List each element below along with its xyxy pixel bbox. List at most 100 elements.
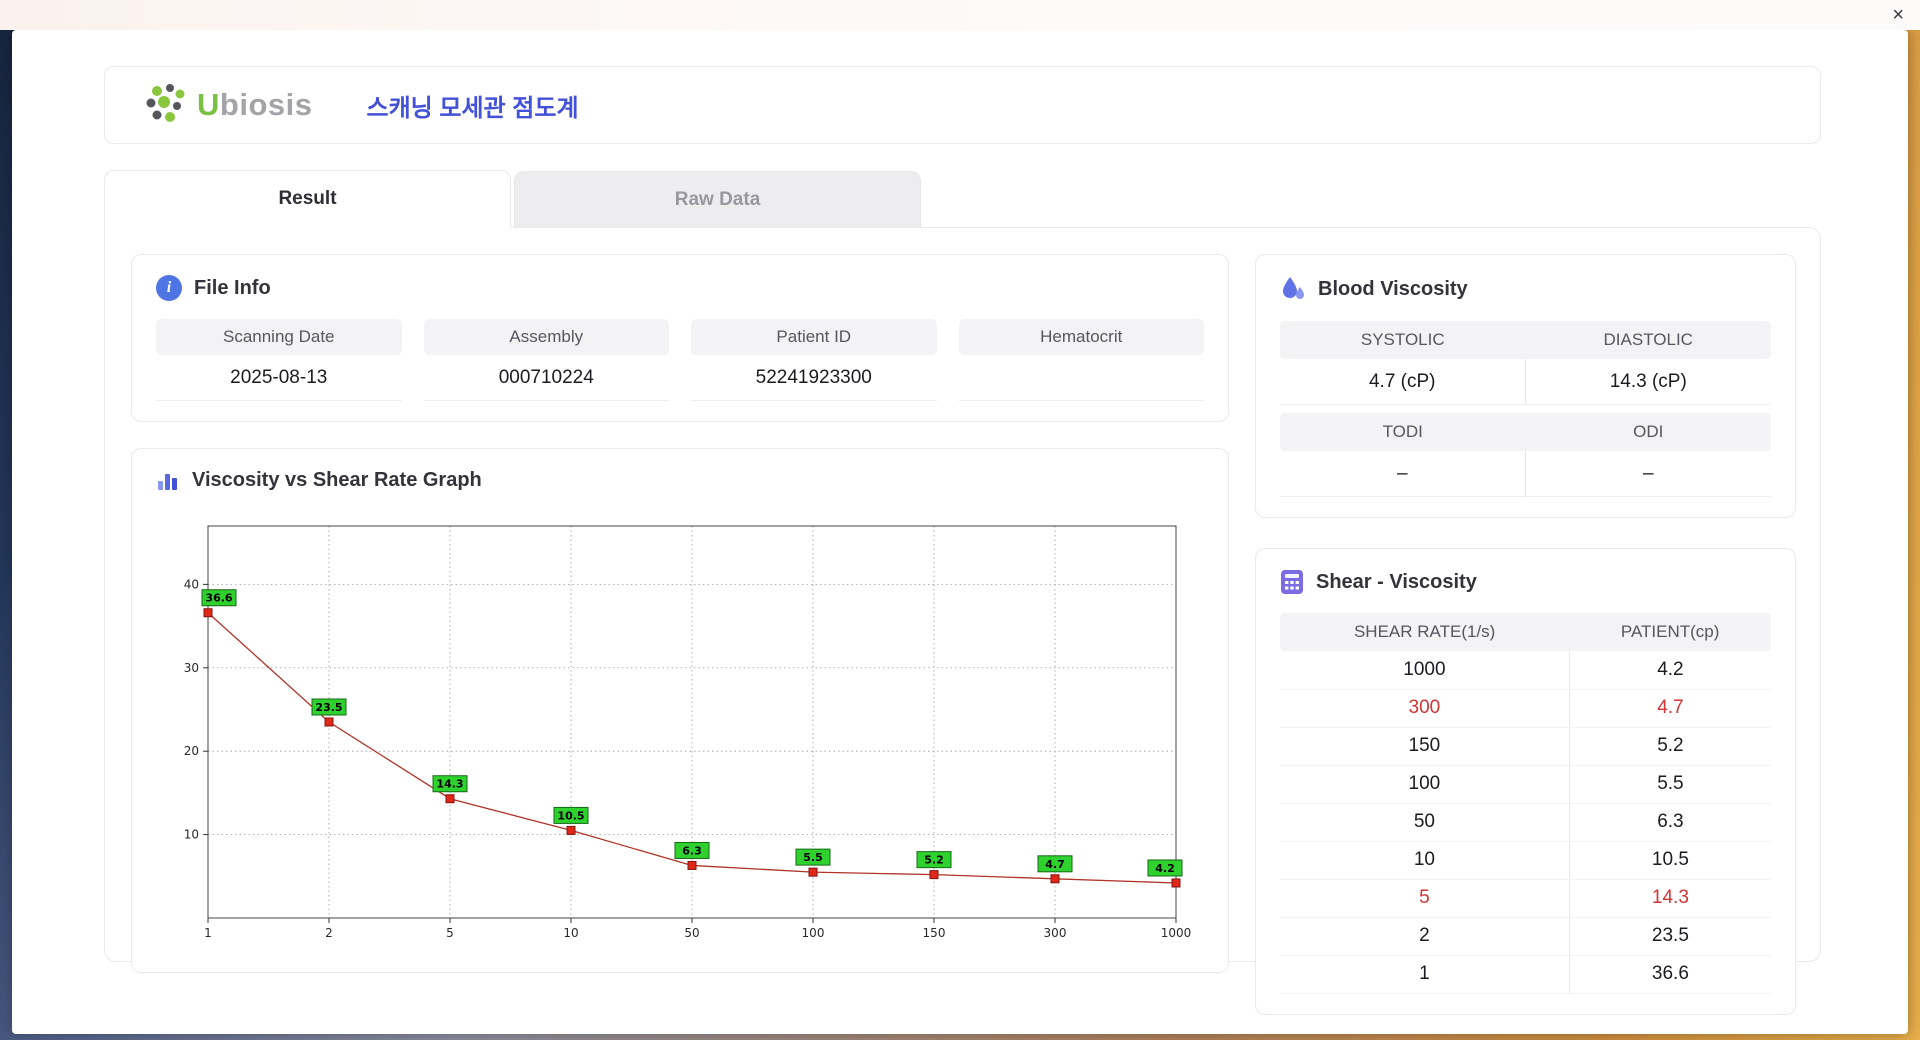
patient-cell: 10.5 [1569, 841, 1771, 880]
patient-cell: 36.6 [1569, 955, 1771, 994]
patient-cell: 4.2 [1569, 651, 1771, 690]
svg-text:36.6: 36.6 [205, 592, 232, 605]
field-value: 52241923300 [691, 355, 937, 401]
ubiosis-logo-mark [146, 84, 185, 122]
patient-cell: 23.5 [1569, 917, 1771, 956]
odi-value: – [1525, 451, 1771, 497]
shear-rate-cell: 150 [1280, 727, 1570, 766]
table-row: 50 6.3 [1280, 803, 1771, 842]
shear-rate-cell: 50 [1280, 803, 1570, 842]
graph-title: Viscosity vs Shear Rate Graph [192, 469, 482, 491]
calculator-grid-icon [1281, 570, 1303, 594]
svg-text:30: 30 [184, 661, 199, 675]
svg-text:4.7: 4.7 [1045, 858, 1065, 871]
tab-result[interactable]: Result [104, 170, 511, 228]
field-label: Scanning Date [156, 319, 402, 355]
shear-rate-cell: 2 [1280, 917, 1570, 956]
svg-text:50: 50 [684, 926, 699, 940]
app-window: Ubiosis 스캐닝 모세관 점도계 Result Raw Data i Fi… [12, 30, 1908, 1034]
svg-text:10: 10 [563, 926, 578, 940]
svg-text:23.5: 23.5 [315, 701, 342, 714]
file-info-fields: Scanning Date 2025-08-13 Assembly 000710… [156, 319, 1204, 401]
blood-viscosity-title: Blood Viscosity [1318, 277, 1468, 300]
field-scanning-date: Scanning Date 2025-08-13 [156, 319, 402, 401]
diastolic-label: DIASTOLIC [1603, 330, 1693, 349]
svg-text:10: 10 [184, 828, 199, 842]
blood-viscosity-header-row-1: SYSTOLIC DIASTOLIC [1280, 321, 1771, 359]
todi-value: – [1280, 451, 1526, 497]
bar-chart-icon [158, 473, 177, 490]
svg-text:1000: 1000 [1161, 926, 1192, 940]
blood-viscosity-value-row-2: – – [1280, 451, 1771, 497]
svg-text:2: 2 [325, 926, 333, 940]
svg-text:5.5: 5.5 [803, 851, 823, 864]
logo-accent-letter: U [197, 87, 220, 122]
col-shear-rate: SHEAR RATE(1/s) [1280, 613, 1570, 651]
field-label: Patient ID [691, 319, 937, 355]
ubiosis-logo: Ubiosis [143, 83, 312, 127]
table-row: 1000 4.2 [1280, 651, 1771, 690]
svg-text:40: 40 [184, 577, 199, 591]
shear-viscosity-card: Shear - Viscosity SHEAR RATE(1/s) PATIEN… [1255, 548, 1796, 1015]
tab-raw-data[interactable]: Raw Data [514, 171, 921, 227]
shear-rate-cell: 1000 [1280, 651, 1570, 690]
window-close-button[interactable]: × [1892, 5, 1904, 25]
info-icon: i [156, 275, 182, 301]
svg-text:300: 300 [1044, 926, 1067, 940]
svg-text:6.3: 6.3 [682, 844, 702, 857]
field-value: 000710224 [423, 355, 669, 401]
shear-rate-cell: 100 [1280, 765, 1570, 804]
file-info-title: File Info [194, 276, 271, 299]
shear-rate-cell: 5 [1280, 879, 1570, 918]
odi-label: ODI [1633, 422, 1664, 441]
app-title: 스캐닝 모세관 점도계 [366, 94, 579, 122]
shear-rate-cell: 1 [1280, 955, 1570, 994]
svg-text:20: 20 [184, 744, 199, 758]
table-row: 2 23.5 [1280, 917, 1771, 956]
table-header-row: SHEAR RATE(1/s) PATIENT(cp) [1280, 613, 1771, 651]
blood-viscosity-header-row-2: TODI ODI [1280, 413, 1771, 451]
header-card: Ubiosis 스캐닝 모세관 점도계 [104, 66, 1821, 144]
field-patient-id: Patient ID 52241923300 [691, 319, 937, 401]
file-info-card: i File Info Scanning Date 2025-08-13 Ass… [131, 254, 1229, 422]
ubiosis-logo-text: Ubiosis [197, 87, 312, 123]
svg-text:4.2: 4.2 [1155, 862, 1175, 875]
systolic-label: SYSTOLIC [1360, 330, 1445, 349]
shear-viscosity-title: Shear - Viscosity [1316, 570, 1477, 593]
field-label: Hematocrit [958, 319, 1204, 355]
content-panel: i File Info Scanning Date 2025-08-13 Ass… [104, 227, 1821, 1015]
svg-text:10.5: 10.5 [557, 809, 584, 822]
graph-card: Viscosity vs Shear Rate Graph 10 20 30 40 1 2… [131, 448, 1229, 973]
table-row: 10 10.5 [1280, 841, 1771, 880]
window-titlebar: × [0, 0, 1920, 30]
field-assembly: Assembly 000710224 [423, 319, 669, 401]
field-value: 2025-08-13 [156, 355, 402, 401]
systolic-value: 4.7 (cP) [1280, 359, 1526, 405]
logo-rest-letters: biosis [219, 87, 313, 122]
shear-viscosity-table: SHEAR RATE(1/s) PATIENT(cp) 1000 4.2 300 4… [1280, 613, 1771, 994]
patient-cell: 5.5 [1569, 765, 1771, 804]
col-patient: PATIENT(cp) [1569, 613, 1771, 651]
field-value [958, 355, 1204, 401]
svg-text:14.3: 14.3 [436, 778, 463, 791]
svg-text:5: 5 [446, 926, 454, 940]
shear-rate-cell: 10 [1280, 841, 1570, 880]
tab-bar: Result Raw Data [104, 170, 1821, 228]
blood-viscosity-value-row-1: 4.7 (cP) 14.3 (cP) [1280, 359, 1771, 405]
blood-viscosity-card: Blood Viscosity SYSTOLIC DIASTOLIC 4.7 (… [1255, 254, 1796, 518]
field-label: Assembly [423, 319, 669, 355]
svg-text:100: 100 [802, 926, 825, 940]
svg-text:1: 1 [204, 926, 212, 940]
shear-rate-cell: 300 [1280, 689, 1570, 728]
patient-cell: 14.3 [1569, 879, 1771, 918]
table-row: 150 5.2 [1280, 727, 1771, 766]
todi-label: TODI [1382, 422, 1423, 441]
viscosity-chart-svg: 10 20 30 40 1 2 5 10 50 100 150 300 1000 36.6 23.5 14.3… [184, 525, 1192, 940]
table-row: 300 4.7 [1280, 689, 1771, 728]
table-row: 1 36.6 [1280, 955, 1771, 994]
table-row: 100 5.5 [1280, 765, 1771, 804]
svg-text:150: 150 [923, 926, 946, 940]
table-row: 5 14.3 [1280, 879, 1771, 918]
svg-text:5.2: 5.2 [924, 854, 944, 867]
patient-cell: 6.3 [1569, 803, 1771, 842]
